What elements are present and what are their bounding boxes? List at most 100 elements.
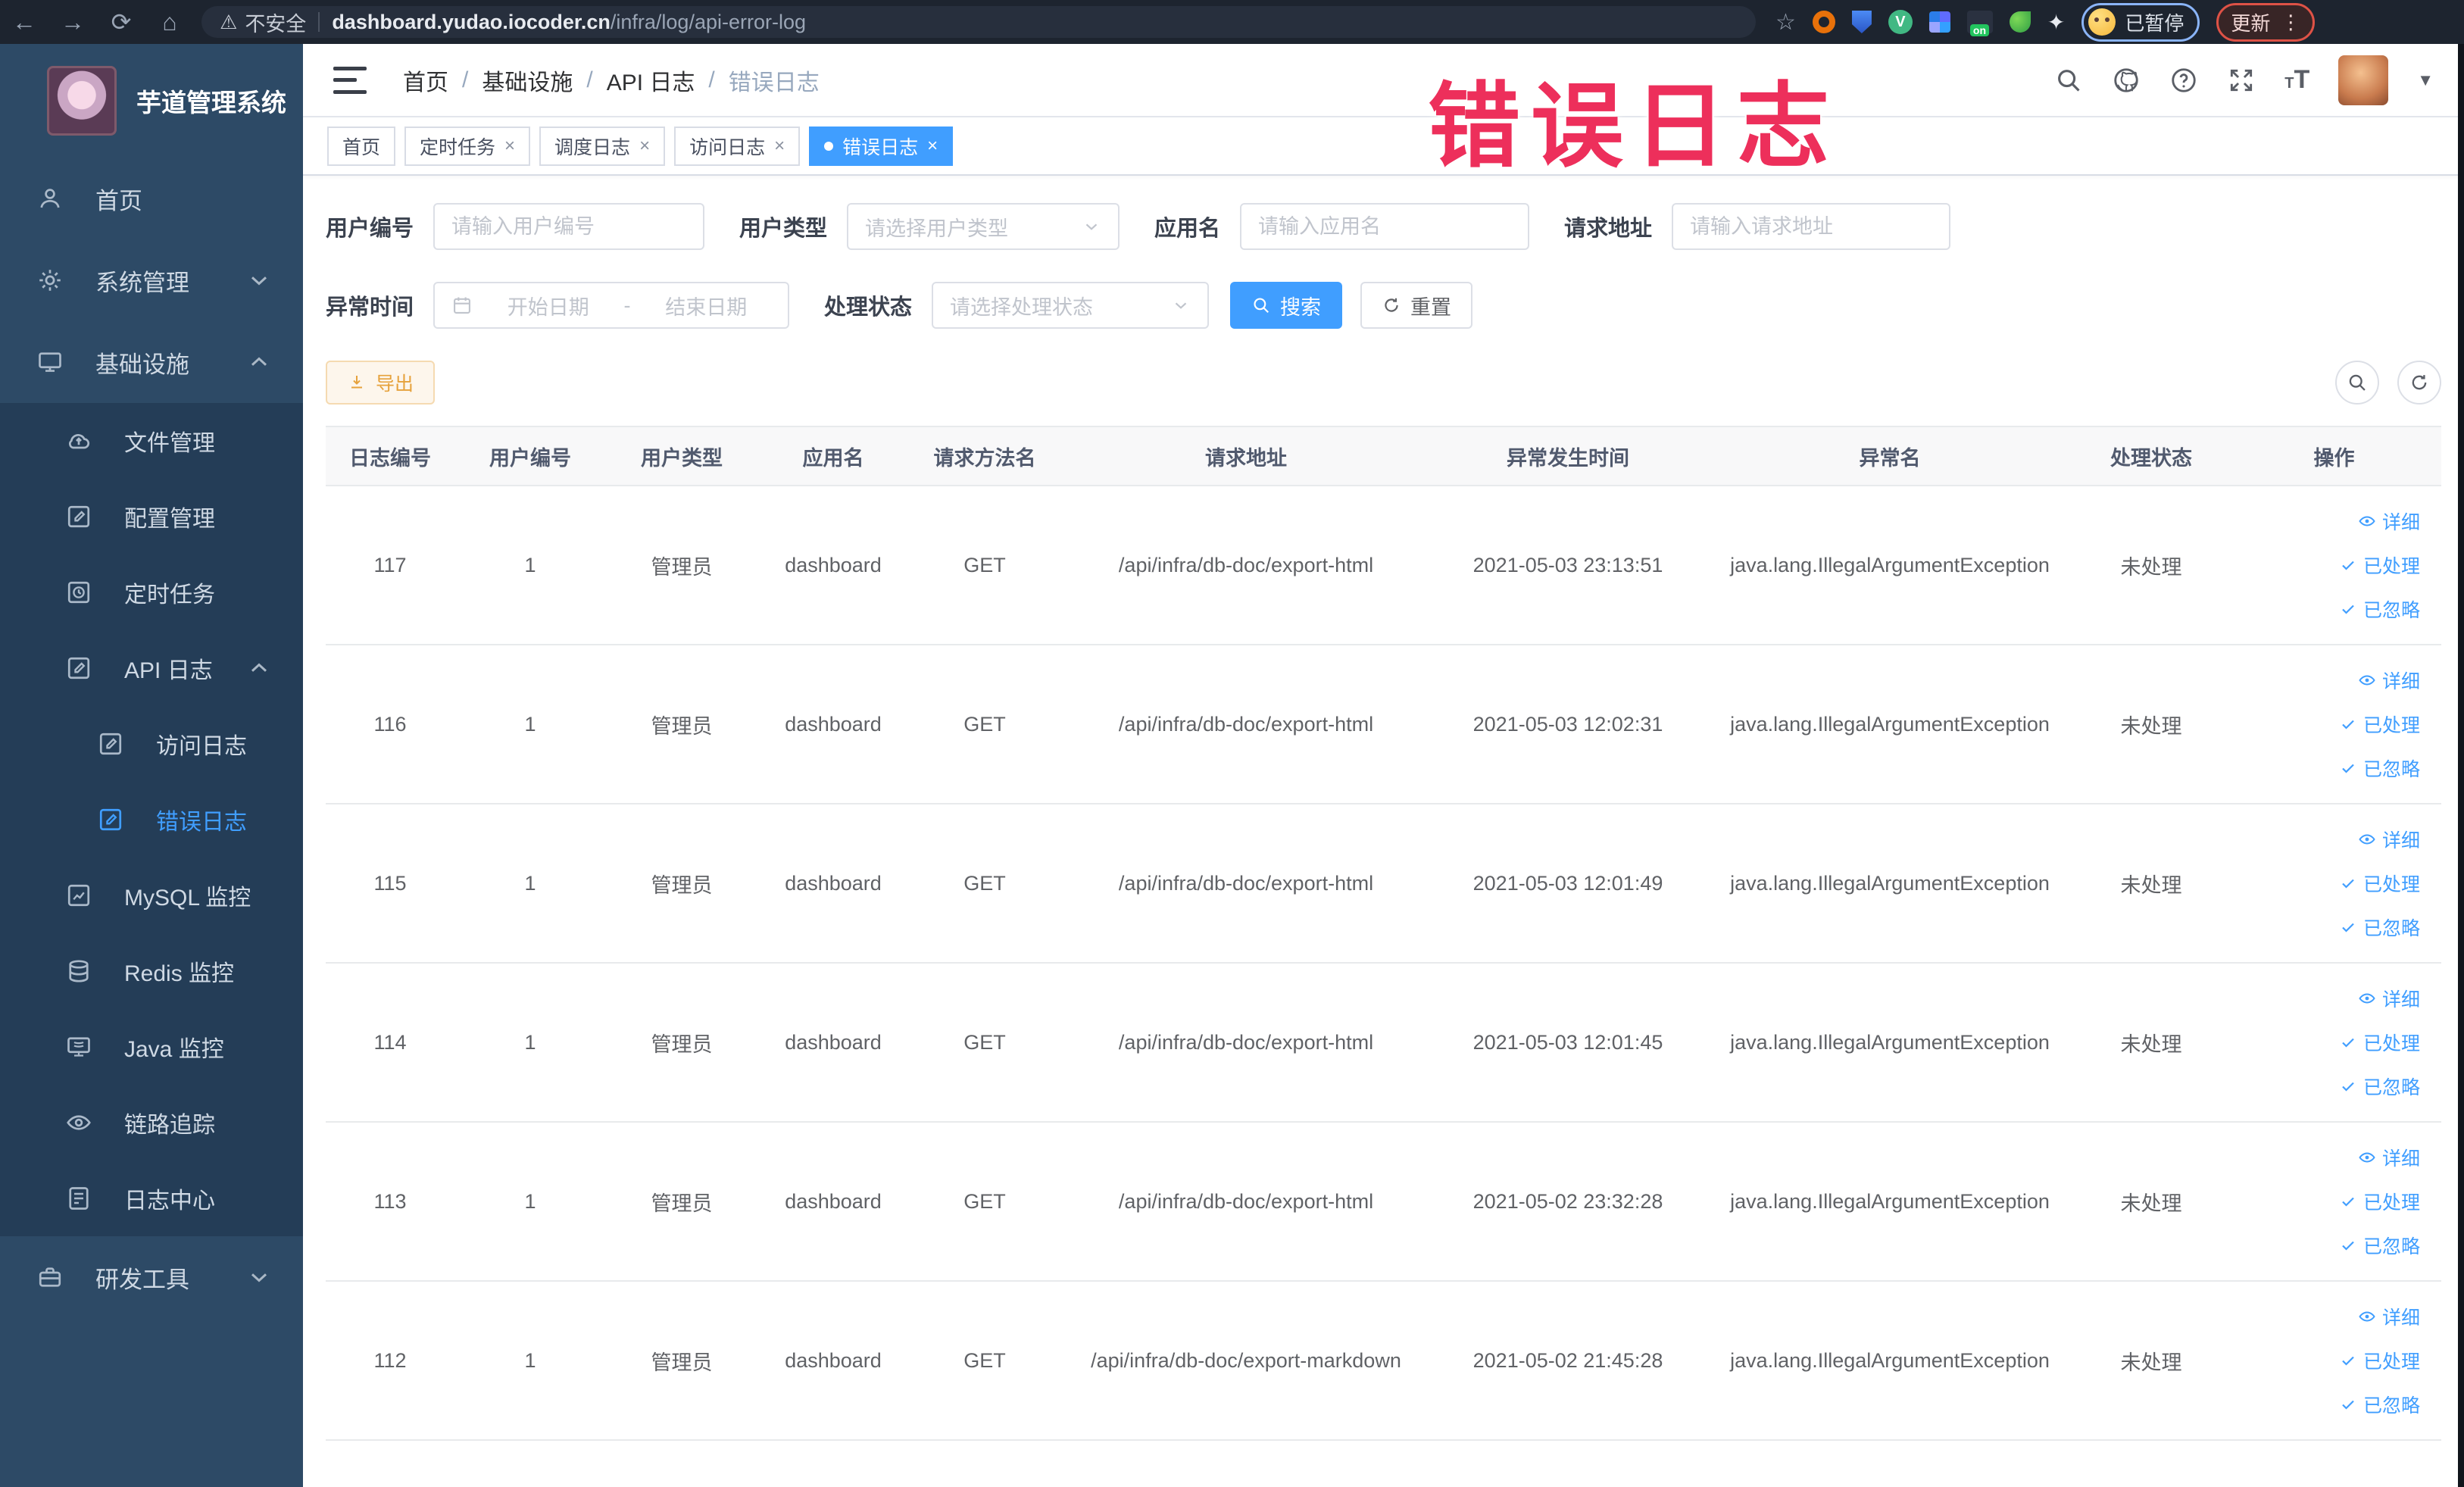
app-logo-row[interactable]: 芋道管理系统	[0, 44, 303, 158]
help-icon[interactable]	[2169, 66, 2198, 95]
sidebar-item-mysql-monitor[interactable]: MySQL 监控	[0, 858, 303, 933]
home-icon[interactable]: ⌂	[145, 8, 194, 36]
github-icon[interactable]	[2112, 66, 2141, 95]
detail-link[interactable]: 详细	[2358, 508, 2420, 535]
sidebar-item-infrastructure[interactable]: 基础设施	[0, 321, 303, 403]
mark-processed-link[interactable]: 已处理	[2339, 551, 2420, 579]
cell-process-status: 未处理	[2120, 873, 2182, 897]
database-icon	[65, 957, 92, 985]
col-log-id: 日志编号	[349, 446, 431, 470]
fullscreen-icon[interactable]	[2227, 66, 2256, 95]
bookmark-star-icon[interactable]: ☆	[1775, 9, 1796, 36]
search-button[interactable]: 搜索	[1230, 282, 1343, 329]
extension-icon-vue[interactable]: V	[1888, 10, 1913, 34]
mark-processed-link[interactable]: 已处理	[2339, 870, 2420, 897]
mark-ignored-link[interactable]: 已忽略	[2339, 754, 2420, 782]
tab-access-log[interactable]: 访问日志 ×	[674, 126, 801, 166]
extension-icon-leaf[interactable]	[2009, 11, 2031, 33]
mark-ignored-link[interactable]: 已忽略	[2339, 914, 2420, 941]
tab-home[interactable]: 首页	[327, 126, 396, 166]
forward-icon[interactable]: →	[48, 8, 97, 36]
extension-icon-grid[interactable]	[1928, 11, 1950, 33]
sidebar-item-java-monitor[interactable]: Java 监控	[0, 1009, 303, 1085]
exception-time-range-picker[interactable]: 开始日期 - 结束日期	[433, 282, 790, 329]
tags-view-bar: 首页 定时任务 × 调度日志 × 访问日志 × 错误日志 ×	[303, 117, 2464, 176]
update-label: 更新	[2231, 11, 2271, 35]
close-icon[interactable]: ×	[504, 136, 515, 157]
sidebar: 芋道管理系统 首页 系统管理 基础设施 文件管理 配置管理 定时任务 API 日…	[0, 44, 303, 1487]
chrome-update-button[interactable]: 更新 ⋮	[2216, 2, 2316, 42]
user-avatar[interactable]	[2338, 55, 2389, 105]
tab-schedule-log[interactable]: 调度日志 ×	[539, 126, 666, 166]
cell-exception-time: 2021-05-03 12:01:45	[1472, 1030, 1663, 1054]
sidebar-item-trace[interactable]: 链路追踪	[0, 1085, 303, 1161]
mark-processed-link[interactable]: 已处理	[2339, 711, 2420, 738]
sidebar-item-file-management[interactable]: 文件管理	[0, 403, 303, 479]
cell-process-status: 未处理	[2120, 1032, 2182, 1056]
sidebar-item-scheduled-tasks[interactable]: 定时任务	[0, 555, 303, 630]
search-toggle-button[interactable]	[2335, 361, 2379, 405]
extension-icon-orange[interactable]	[1812, 11, 1835, 33]
back-icon[interactable]: ←	[0, 8, 48, 36]
page-scrollbar[interactable]	[2458, 44, 2464, 1487]
close-icon[interactable]: ×	[639, 136, 650, 157]
request-url-input[interactable]	[1690, 214, 1933, 239]
mark-ignored-link[interactable]: 已忽略	[2339, 1391, 2420, 1418]
detail-link[interactable]: 详细	[2358, 826, 2420, 853]
mark-ignored-link[interactable]: 已忽略	[2339, 1232, 2420, 1259]
refresh-table-button[interactable]	[2397, 361, 2441, 405]
error-log-table: 日志编号 用户编号 用户类型 应用名 请求方法名 请求地址 异常发生时间 异常名…	[326, 426, 2441, 1441]
browser-profile-chip[interactable]: 已暂停	[2081, 2, 2200, 42]
mark-processed-link[interactable]: 已处理	[2339, 1029, 2420, 1056]
close-icon[interactable]: ×	[774, 136, 785, 157]
cell-method: GET	[963, 1348, 1006, 1372]
monitor-icon	[36, 348, 64, 376]
user-id-input[interactable]	[451, 214, 687, 239]
sidebar-item-dev-tools[interactable]: 研发工具	[0, 1236, 303, 1318]
export-button[interactable]: 导出	[326, 361, 436, 405]
close-icon[interactable]: ×	[927, 136, 938, 157]
cell-log-id: 117	[373, 553, 407, 576]
sidebar-item-log-center[interactable]: 日志中心	[0, 1161, 303, 1236]
sidebar-item-config-management[interactable]: 配置管理	[0, 479, 303, 555]
detail-link[interactable]: 详细	[2358, 1303, 2420, 1330]
mark-processed-link[interactable]: 已处理	[2339, 1188, 2420, 1215]
search-icon[interactable]	[2054, 66, 2083, 95]
sidebar-item-access-log[interactable]: 访问日志	[0, 706, 303, 782]
cell-exception-name: java.lang.IllegalArgumentException	[1730, 712, 2050, 736]
mark-ignored-link[interactable]: 已忽略	[2339, 1073, 2420, 1100]
app-name-input[interactable]	[1258, 214, 1512, 239]
kebab-menu-icon[interactable]: ⋮	[2281, 12, 2300, 32]
reload-icon[interactable]: ⟳	[97, 8, 145, 36]
sidebar-item-error-log[interactable]: 错误日志	[0, 782, 303, 858]
mark-ignored-link[interactable]: 已忽略	[2339, 595, 2420, 623]
extension-icon-pin[interactable]: ✦	[2047, 10, 2065, 35]
breadcrumb-current: 错误日志	[728, 70, 820, 95]
sidebar-item-system-management[interactable]: 系统管理	[0, 239, 303, 321]
extension-icon-switch-on[interactable]	[1966, 11, 1993, 36]
font-size-icon[interactable]: TT	[2284, 65, 2309, 95]
breadcrumb-home[interactable]: 首页	[403, 64, 448, 97]
check-icon	[2339, 715, 2357, 733]
tab-scheduled-tasks[interactable]: 定时任务 ×	[404, 126, 531, 166]
detail-link[interactable]: 详细	[2358, 1144, 2420, 1171]
mark-processed-link[interactable]: 已处理	[2339, 1347, 2420, 1374]
cell-exception-name: java.lang.IllegalArgumentException	[1730, 1189, 2050, 1213]
avatar-caret-icon[interactable]: ▼	[2417, 70, 2434, 90]
process-status-select[interactable]: 请选择处理状态	[932, 282, 1210, 329]
address-bar[interactable]: ⚠ 不安全 dashboard.yudao.iocoder.cn/infra/l…	[201, 6, 1756, 38]
sidebar-item-redis-monitor[interactable]: Redis 监控	[0, 933, 303, 1009]
eye-icon	[2358, 512, 2376, 530]
breadcrumb-api-log[interactable]: API 日志	[607, 64, 695, 97]
sidebar-collapse-icon[interactable]	[333, 66, 367, 94]
tab-error-log[interactable]: 错误日志 ×	[809, 126, 954, 166]
reset-button[interactable]: 重置	[1360, 282, 1473, 329]
sidebar-item-home[interactable]: 首页	[0, 158, 303, 239]
breadcrumb-infrastructure[interactable]: 基础设施	[482, 64, 573, 97]
extension-icon-shield[interactable]	[1851, 11, 1872, 33]
user-type-select[interactable]: 请选择用户类型	[847, 203, 1120, 250]
detail-link[interactable]: 详细	[2358, 667, 2420, 694]
cell-process-status: 未处理	[2120, 714, 2182, 738]
detail-link[interactable]: 详细	[2358, 985, 2420, 1012]
sidebar-item-api-log[interactable]: API 日志	[0, 630, 303, 706]
